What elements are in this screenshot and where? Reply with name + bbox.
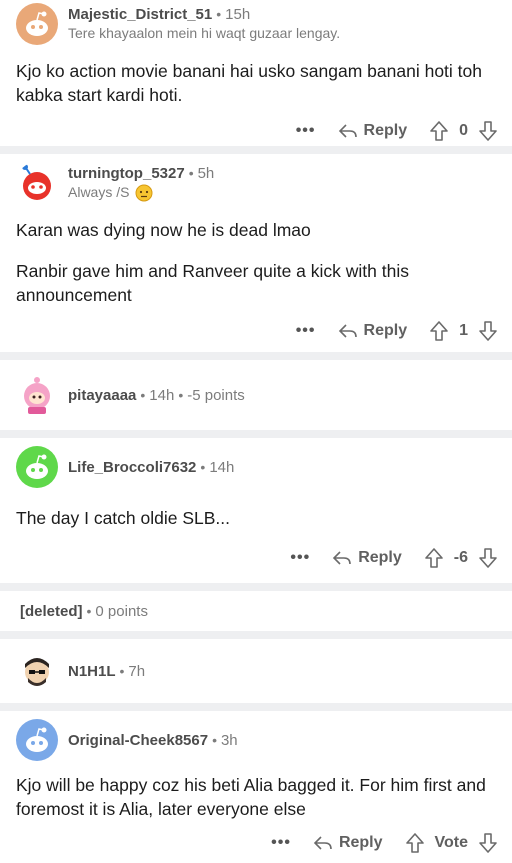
reply-button[interactable]: Reply xyxy=(338,122,408,140)
comment-text: Kjo will be happy coz his beti Alia bagg… xyxy=(16,775,486,819)
more-options-button[interactable]: ••• xyxy=(290,549,310,567)
snoo-avatar-icon xyxy=(24,377,50,414)
timestamp: 14h xyxy=(149,386,175,404)
reply-label: Reply xyxy=(338,834,383,851)
separator-dot: • xyxy=(178,386,184,403)
comment-body: Kjo will be happy coz his beti Alia bagg… xyxy=(16,773,498,821)
comment-4: Life_Broccoli7632 • 14h The day I catch ol… xyxy=(0,438,512,583)
user-flair: Tere khayaalon mein hi waqt guzaar lenga… xyxy=(68,25,341,41)
comment-separator xyxy=(0,583,512,591)
comment-3-collapsed[interactable]: pitayaaaa • 14h • -5 points xyxy=(0,360,512,430)
reply-button[interactable]: Reply xyxy=(332,549,402,567)
username[interactable]: Majestic_District_51 xyxy=(68,6,212,23)
vote-score: -6 xyxy=(453,549,468,566)
username[interactable]: Original-Cheek8567 xyxy=(68,732,208,749)
snoo-avatar-icon xyxy=(26,454,48,479)
reply-label: Reply xyxy=(363,122,408,139)
reply-button[interactable]: Reply xyxy=(313,834,383,852)
username[interactable]: pitayaaaa xyxy=(68,387,136,404)
upvote-icon[interactable] xyxy=(429,320,449,342)
comment-1: Majestic_District_51 • 15h Tere khayaalon … xyxy=(0,0,512,146)
downvote-icon[interactable] xyxy=(478,320,498,342)
reply-button[interactable]: Reply xyxy=(338,322,408,340)
username[interactable]: turningtop_5327 xyxy=(68,165,185,182)
avatar[interactable] xyxy=(16,650,58,692)
upvote-icon[interactable] xyxy=(405,832,425,854)
vote-score: 0 xyxy=(459,122,468,139)
comment-separator xyxy=(0,703,512,711)
snoo-avatar-icon xyxy=(22,164,51,200)
snoo-avatar-icon xyxy=(26,11,48,36)
comment-feed: Majestic_District_51 • 15h Tere khayaalon … xyxy=(0,0,512,854)
reply-arrow-icon xyxy=(313,836,332,850)
user-flair: Always /S xyxy=(68,184,130,200)
snoo-avatar-icon xyxy=(25,658,49,686)
more-options-button[interactable]: ••• xyxy=(296,322,316,340)
comment-6-collapsed[interactable]: N1H1L • 7h xyxy=(0,639,512,703)
separator-dot: • xyxy=(140,386,146,403)
comment-body: The day I catch oldie SLB... xyxy=(16,506,498,530)
timestamp: 3h xyxy=(220,731,238,749)
reply-arrow-icon xyxy=(338,124,357,138)
username[interactable]: Life_Broccoli7632 xyxy=(68,459,196,476)
upvote-icon[interactable] xyxy=(429,120,449,142)
username[interactable]: N1H1L xyxy=(68,663,116,680)
username: [deleted] xyxy=(20,602,83,620)
reply-label: Reply xyxy=(358,549,402,566)
comment-5-deleted[interactable]: [deleted] • 0 points xyxy=(0,591,512,631)
points: 0 points xyxy=(95,602,148,620)
avatar[interactable] xyxy=(16,374,58,416)
separator-dot: • xyxy=(200,458,206,475)
separator-dot: • xyxy=(188,165,194,181)
separator-dot: • xyxy=(119,662,125,679)
comment-text: Karan was dying now he is dead lmao xyxy=(16,220,311,240)
avatar[interactable] xyxy=(16,162,58,204)
separator-dot: • xyxy=(86,602,92,619)
points: -5 points xyxy=(187,386,245,404)
separator-dot: • xyxy=(212,731,217,748)
timestamp: 5h xyxy=(197,165,215,182)
reply-label: Reply xyxy=(363,322,408,339)
snoo-avatar-icon xyxy=(26,727,48,752)
comment-separator xyxy=(0,352,512,360)
upvote-icon[interactable] xyxy=(424,547,444,569)
more-options-button[interactable]: ••• xyxy=(296,122,316,140)
avatar[interactable] xyxy=(16,446,58,488)
downvote-icon[interactable] xyxy=(478,120,498,142)
comment-separator xyxy=(0,631,512,639)
timestamp: 14h xyxy=(209,458,235,476)
reply-arrow-icon xyxy=(338,324,357,338)
vote-label: Vote xyxy=(434,834,468,851)
more-options-button[interactable]: ••• xyxy=(271,834,291,852)
avatar[interactable] xyxy=(16,719,58,761)
comment-separator xyxy=(0,430,512,438)
comment-2: turningtop_5327 • 5h Always /S Karan was d… xyxy=(0,154,512,352)
comment-text: Ranbir gave him and Ranveer quite a kick… xyxy=(16,261,409,305)
comment-body: Kjo ko action movie banani hai usko sang… xyxy=(16,59,498,107)
comment-7: Original-Cheek8567 • 3h Kjo will be happy … xyxy=(0,711,512,854)
comment-text: The day I catch oldie SLB... xyxy=(16,508,231,528)
reply-arrow-icon xyxy=(333,551,351,565)
comment-body: Karan was dying now he is dead lmao Ranb… xyxy=(16,218,498,307)
downvote-icon[interactable] xyxy=(478,547,498,569)
timestamp: 15h xyxy=(225,6,251,23)
comment-text: Kjo ko action movie banani hai usko sang… xyxy=(16,61,482,105)
downvote-icon[interactable] xyxy=(478,832,498,854)
avatar[interactable] xyxy=(16,3,58,45)
vote-score: 1 xyxy=(459,322,468,339)
timestamp: 7h xyxy=(128,662,146,680)
emoji-icon xyxy=(135,184,153,201)
separator-dot: • xyxy=(216,6,222,22)
